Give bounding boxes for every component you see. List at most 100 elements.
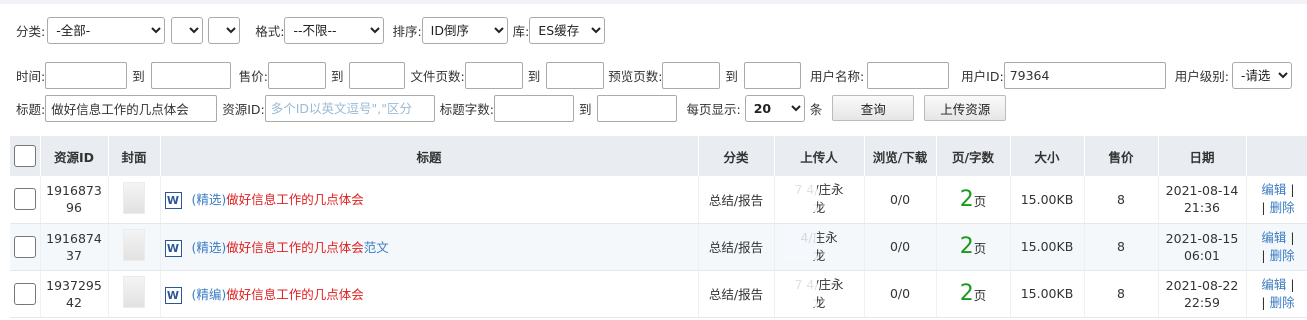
header-views-downloads[interactable]: 浏览/下载	[864, 136, 937, 176]
row-checkbox-cell	[10, 270, 41, 318]
edit-link[interactable]: 编辑	[1261, 182, 1286, 197]
sort-select[interactable]: ID倒序	[421, 16, 508, 44]
file-pages-to-input[interactable]	[546, 61, 605, 89]
header-id[interactable]: 资源ID	[40, 136, 109, 176]
header-size[interactable]: 大小	[1010, 136, 1085, 176]
header-date[interactable]: 日期	[1158, 136, 1247, 176]
subcategory-select-2[interactable]	[208, 16, 241, 44]
title-tag[interactable]: (精编)	[192, 287, 227, 302]
cover-cell	[108, 270, 161, 318]
library-label: 库:	[512, 23, 530, 39]
edit-link[interactable]: 编辑	[1261, 277, 1286, 292]
filter-row-3: 标题: 资源ID: 标题字数: 到 每页显示: 20 条 查询 上传资源	[0, 93, 1007, 123]
user-level-select[interactable]: -请选择	[1231, 61, 1292, 89]
size: 15.00KB	[1010, 270, 1085, 318]
upload-resource-button[interactable]: 上传资源	[924, 95, 1007, 121]
format-select[interactable]: --不限--	[284, 16, 385, 44]
date: 2021-08-22 22:59	[1158, 270, 1247, 318]
header-pages[interactable]: 页/字数	[936, 136, 1011, 176]
file-pages-label: 文件页数:	[410, 68, 465, 84]
delete-link[interactable]: 删除	[1270, 200, 1295, 215]
word-doc-icon: W	[164, 286, 182, 304]
username-label: 用户名称:	[809, 68, 865, 84]
per-page-select[interactable]: 20	[744, 94, 805, 122]
per-page-unit: 条	[809, 101, 823, 117]
word-doc-icon: W	[164, 239, 182, 257]
preview-pages-from-input[interactable]	[662, 61, 721, 89]
title-link[interactable]: 做好信息工作的几点体会	[226, 192, 364, 207]
select-all-header	[10, 136, 41, 176]
row-checkbox[interactable]	[13, 282, 36, 305]
size: 15.00KB	[1010, 176, 1085, 224]
header-title[interactable]: 标题	[160, 136, 699, 176]
header-cover: 封面	[108, 136, 161, 176]
price: 8	[1084, 270, 1159, 318]
title-link[interactable]: 做好信息工作的几点体会	[226, 240, 364, 255]
top-border	[0, 0, 1307, 4]
actions: 编辑 | | 删除	[1246, 223, 1307, 271]
sort-label: 排序:	[392, 23, 422, 39]
header-category[interactable]: 分类	[698, 136, 775, 176]
cover-thumbnail[interactable]	[123, 229, 145, 261]
pages: 2页	[936, 223, 1011, 271]
title-cell: W (精选)做好信息工作的几点体会范文	[160, 223, 699, 271]
preview-pages-label: 预览页数:	[608, 68, 663, 84]
uploader[interactable]: 7 4/庄永龙	[774, 270, 865, 318]
row-checkbox[interactable]	[13, 235, 36, 258]
query-button[interactable]: 查询	[832, 95, 915, 121]
delete-link[interactable]: 删除	[1270, 248, 1295, 263]
uploader[interactable]: 7 4/庄永龙	[774, 176, 865, 224]
title-length-to-input[interactable]	[597, 94, 678, 122]
title-suffix[interactable]: 范文	[364, 240, 389, 255]
uploader[interactable]: 4/庄永龙	[774, 223, 865, 271]
word-doc-icon: W	[164, 192, 182, 210]
library-select[interactable]: ES缓存	[529, 16, 606, 44]
table-row: 1916874 37 W (精选)做好信息工作的几点体会范文 总结/报告 4/庄永龙…	[10, 223, 1307, 271]
header-uploader[interactable]: 上传人	[774, 136, 865, 176]
cover-thumbnail[interactable]	[123, 276, 145, 308]
title-tag[interactable]: (精选)	[192, 240, 227, 255]
price-to-input[interactable]	[349, 61, 406, 89]
price-label: 售价:	[238, 68, 268, 84]
pages: 2页	[936, 176, 1011, 224]
cover-cell	[108, 223, 161, 271]
file-pages-from-input[interactable]	[464, 61, 523, 89]
actions: 编辑 | | 删除	[1246, 176, 1307, 224]
delete-link[interactable]: 删除	[1270, 295, 1295, 310]
title-length-from-input[interactable]	[493, 94, 574, 122]
time-to-label: 到	[132, 68, 145, 84]
resource-table: 资源ID 封面 标题 分类 上传人 浏览/下载 页/字数 大小 售价 日期 19…	[10, 136, 1307, 318]
table-row: 1937295 42 W (精编)做好信息工作的几点体会 总结/报告 7 4/庄永龙…	[10, 270, 1307, 318]
price-from-input[interactable]	[267, 61, 326, 89]
row-checkbox[interactable]	[13, 188, 36, 211]
category: 总结/报告	[698, 270, 775, 318]
userid-input[interactable]	[1003, 61, 1166, 89]
subcategory-select-1[interactable]	[171, 16, 204, 44]
views-downloads: 0/0	[864, 270, 937, 318]
title-tag[interactable]: (精选)	[192, 192, 227, 207]
userid-label: 用户ID:	[961, 68, 1004, 84]
edit-link[interactable]: 编辑	[1261, 230, 1286, 245]
resource-id-label: 资源ID:	[222, 101, 265, 117]
time-to-input[interactable]	[150, 61, 231, 89]
size: 15.00KB	[1010, 223, 1085, 271]
title-link[interactable]: 做好信息工作的几点体会	[226, 287, 364, 302]
filter-row-2: 时间: 到 售价: 到 文件页数: 到 预览页数: 到 用户名称: 用户ID: …	[0, 60, 1292, 90]
title-length-label: 标题字数:	[439, 101, 494, 117]
time-from-input[interactable]	[45, 61, 128, 89]
cover-thumbnail[interactable]	[123, 181, 145, 214]
header-price[interactable]: 售价	[1084, 136, 1159, 176]
views-downloads: 0/0	[864, 223, 937, 271]
category: 总结/报告	[698, 176, 775, 224]
resource-id: 1916873 96	[40, 176, 109, 224]
pages: 2页	[936, 270, 1011, 318]
resource-id: 1937295 42	[40, 270, 109, 318]
username-input[interactable]	[867, 61, 950, 89]
header-actions	[1246, 136, 1307, 176]
category-select[interactable]: -全部-	[47, 16, 166, 44]
row-checkbox-cell	[10, 223, 41, 271]
select-all-checkbox[interactable]	[13, 145, 36, 167]
resource-id-input[interactable]	[264, 94, 435, 122]
title-input[interactable]	[45, 94, 218, 122]
preview-pages-to-input[interactable]	[743, 61, 801, 89]
